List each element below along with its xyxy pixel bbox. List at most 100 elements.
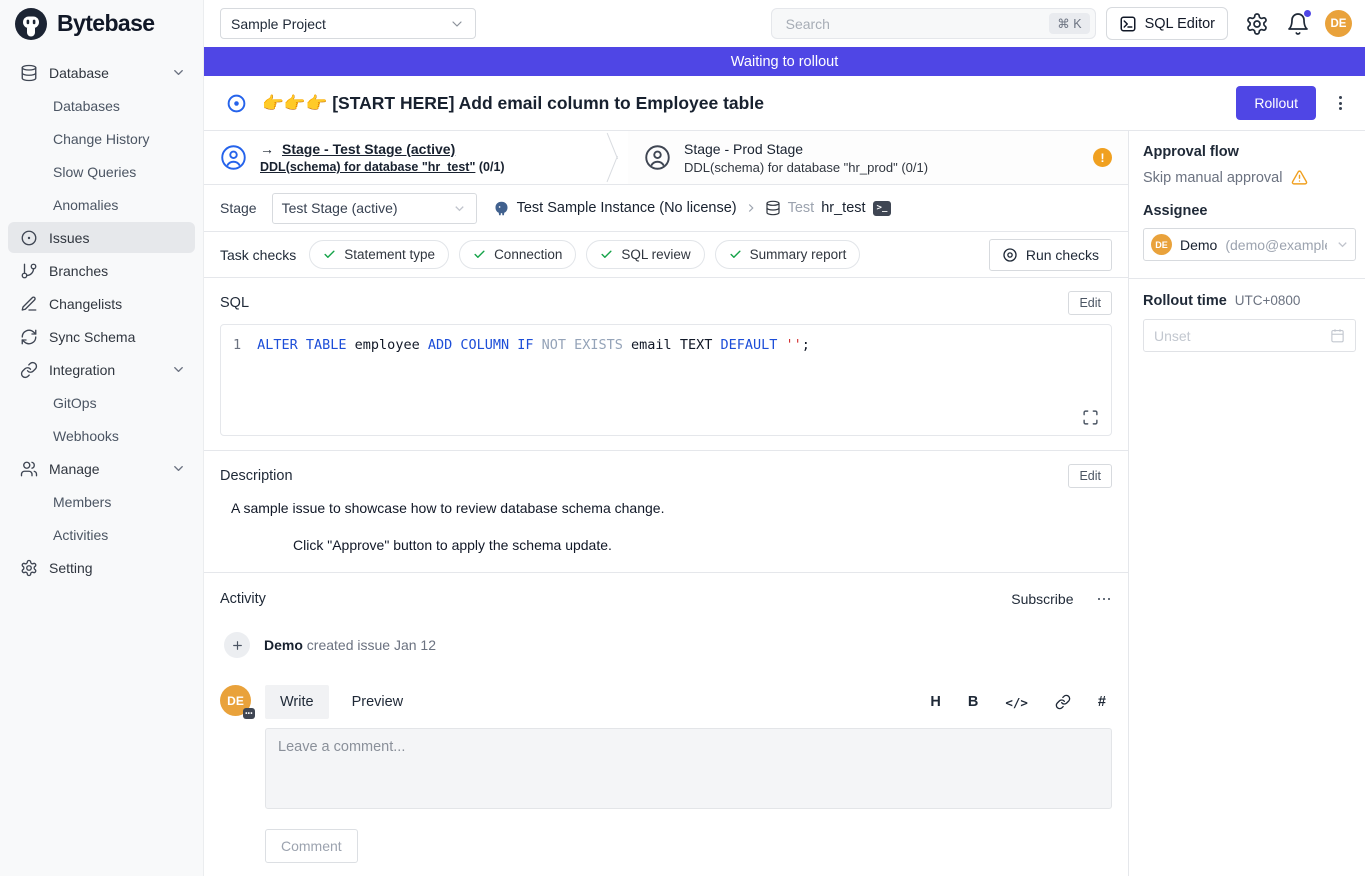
task-check-label: Connection: [494, 247, 562, 262]
instance-name[interactable]: Test Sample Instance (No license): [517, 200, 737, 216]
stage-selector-row: Stage Test Stage (active) Test Sample In…: [204, 185, 1128, 232]
notification-dot: [1304, 10, 1311, 17]
sidebar-item-label: Issues: [49, 230, 89, 246]
search-input[interactable]: [784, 15, 1050, 33]
expand-editor-icon[interactable]: [1082, 409, 1099, 426]
sidebar-item-activities[interactable]: Activities: [8, 519, 195, 550]
issue-detail: → Stage - Test Stage (active) DDL(schema)…: [204, 131, 1128, 876]
activity-entry: Demo created issue Jan 12: [224, 632, 1112, 658]
sidebar-item-issues[interactable]: Issues: [8, 222, 195, 253]
speech-bubble-icon: •••: [243, 708, 255, 719]
bold-icon[interactable]: B: [968, 694, 978, 710]
sidebar-item-label: Manage: [49, 461, 100, 477]
tab-preview[interactable]: Preview: [337, 685, 419, 719]
stage-separator: [606, 131, 628, 184]
main-column: Sample Project ⌘ K SQL Editor DE Waiting…: [204, 0, 1365, 876]
stage-person-icon: [220, 144, 247, 171]
sidebar-item-change-history[interactable]: Change History: [8, 123, 195, 154]
stage-name: Stage - Test Stage (active): [282, 141, 455, 157]
sidebar-item-changelists[interactable]: Changelists: [8, 288, 195, 319]
database-icon: [765, 200, 781, 216]
activity-section: Activity Subscribe Demo created issue Ja…: [204, 573, 1128, 863]
user-avatar[interactable]: DE: [1325, 10, 1352, 37]
sidebar: Bytebase DatabaseDatabasesChange History…: [0, 0, 204, 876]
sidebar-item-database[interactable]: Database: [8, 57, 195, 88]
stage-card-prod[interactable]: Stage - Prod Stage DDL(schema) for datab…: [628, 131, 1128, 184]
code-icon[interactable]: </>: [1005, 695, 1028, 710]
heading-icon[interactable]: H: [930, 694, 940, 710]
check-icon: [729, 248, 742, 261]
sidebar-item-members[interactable]: Members: [8, 486, 195, 517]
description-paragraph: Click "Approve" button to apply the sche…: [293, 537, 1112, 553]
sidebar-item-setting[interactable]: Setting: [8, 552, 195, 583]
notifications-bell-icon[interactable]: [1286, 12, 1310, 36]
sidebar-item-label: Activities: [53, 527, 108, 543]
sidebar-item-branches[interactable]: Branches: [8, 255, 195, 286]
stage-task: DDL(schema) for database "hr_prod" (0/1): [684, 160, 928, 175]
sidebar-item-label: GitOps: [53, 395, 97, 411]
database-name[interactable]: hr_test: [821, 200, 865, 216]
sidebar-item-sync-schema[interactable]: Sync Schema: [8, 321, 195, 352]
subscribe-button[interactable]: Subscribe: [1011, 591, 1073, 607]
plus-icon: [224, 632, 250, 658]
issue-sidebar: Approval flow Skip manual approval Assig…: [1128, 131, 1365, 876]
users-icon: [20, 460, 38, 478]
changelist-icon: [20, 295, 38, 313]
chevron-down-icon: [449, 16, 465, 32]
hash-icon[interactable]: #: [1098, 694, 1106, 710]
link-icon[interactable]: [1055, 694, 1071, 710]
sidebar-item-webhooks[interactable]: Webhooks: [8, 420, 195, 451]
settings-icon[interactable]: [1245, 12, 1269, 36]
comment-submit-button[interactable]: Comment: [265, 829, 358, 863]
assignee-title: Assignee: [1143, 203, 1356, 219]
activity-more-icon[interactable]: [1096, 594, 1113, 605]
run-checks-icon: [1002, 247, 1018, 263]
open-sql-editor-icon[interactable]: >_: [873, 201, 892, 216]
tab-write[interactable]: Write: [265, 685, 329, 719]
terminal-icon: [1119, 15, 1137, 33]
sidebar-item-integration[interactable]: Integration: [8, 354, 195, 385]
comment-input[interactable]: [265, 728, 1112, 809]
database-icon: [20, 64, 38, 82]
sidebar-item-label: Setting: [49, 560, 93, 576]
task-check-statement-type[interactable]: Statement type: [309, 240, 449, 269]
chevron-down-icon: [452, 201, 467, 216]
task-check-sql-review[interactable]: SQL review: [586, 240, 704, 269]
sql-editor-button[interactable]: SQL Editor: [1106, 7, 1228, 40]
sidebar-item-label: Changelists: [49, 296, 122, 312]
more-options-icon[interactable]: [1331, 92, 1350, 114]
sidebar-item-manage[interactable]: Manage: [8, 453, 195, 484]
sidebar-item-label: Sync Schema: [49, 329, 135, 345]
search-box[interactable]: ⌘ K: [771, 8, 1096, 39]
sidebar-item-gitops[interactable]: GitOps: [8, 387, 195, 418]
sidebar-item-databases[interactable]: Databases: [8, 90, 195, 121]
assignee-email: (demo@example: [1225, 237, 1327, 253]
description-edit-button[interactable]: Edit: [1068, 464, 1112, 488]
sql-code-line: ALTER TABLE employee ADD COLUMN IF NOT E…: [257, 336, 810, 424]
gear-icon: [20, 559, 38, 577]
logo[interactable]: Bytebase: [0, 0, 203, 47]
assignee-select[interactable]: DE Demo (demo@example: [1143, 228, 1356, 261]
rollout-time-input[interactable]: Unset: [1143, 319, 1356, 352]
sql-code-block[interactable]: 1 ALTER TABLE employee ADD COLUMN IF NOT…: [220, 324, 1112, 436]
project-selector[interactable]: Sample Project: [220, 8, 476, 39]
task-check-summary-report[interactable]: Summary report: [715, 240, 861, 269]
sidebar-item-slow-queries[interactable]: Slow Queries: [8, 156, 195, 187]
sql-edit-button[interactable]: Edit: [1068, 291, 1112, 315]
status-banner: Waiting to rollout: [204, 47, 1365, 76]
run-checks-button[interactable]: Run checks: [989, 239, 1112, 271]
sidebar-item-anomalies[interactable]: Anomalies: [8, 189, 195, 220]
active-arrow: →: [260, 141, 274, 157]
task-check-connection[interactable]: Connection: [459, 240, 576, 269]
sidebar-item-label: Branches: [49, 263, 108, 279]
stage-task: DDL(schema) for database "hr_test": [260, 160, 475, 174]
stage-select[interactable]: Test Stage (active): [272, 193, 477, 224]
stage-card-test[interactable]: → Stage - Test Stage (active) DDL(schema)…: [204, 131, 606, 184]
description-title: Description: [220, 468, 293, 484]
rollout-button[interactable]: Rollout: [1236, 86, 1316, 120]
sql-section-title: SQL: [220, 295, 249, 311]
description-section: Description Edit A sample issue to showc…: [204, 451, 1128, 573]
sql-section: SQL Edit 1 ALTER TABLE employee ADD COLU…: [204, 278, 1128, 451]
check-icon: [473, 248, 486, 261]
task-check-label: Summary report: [750, 247, 847, 262]
